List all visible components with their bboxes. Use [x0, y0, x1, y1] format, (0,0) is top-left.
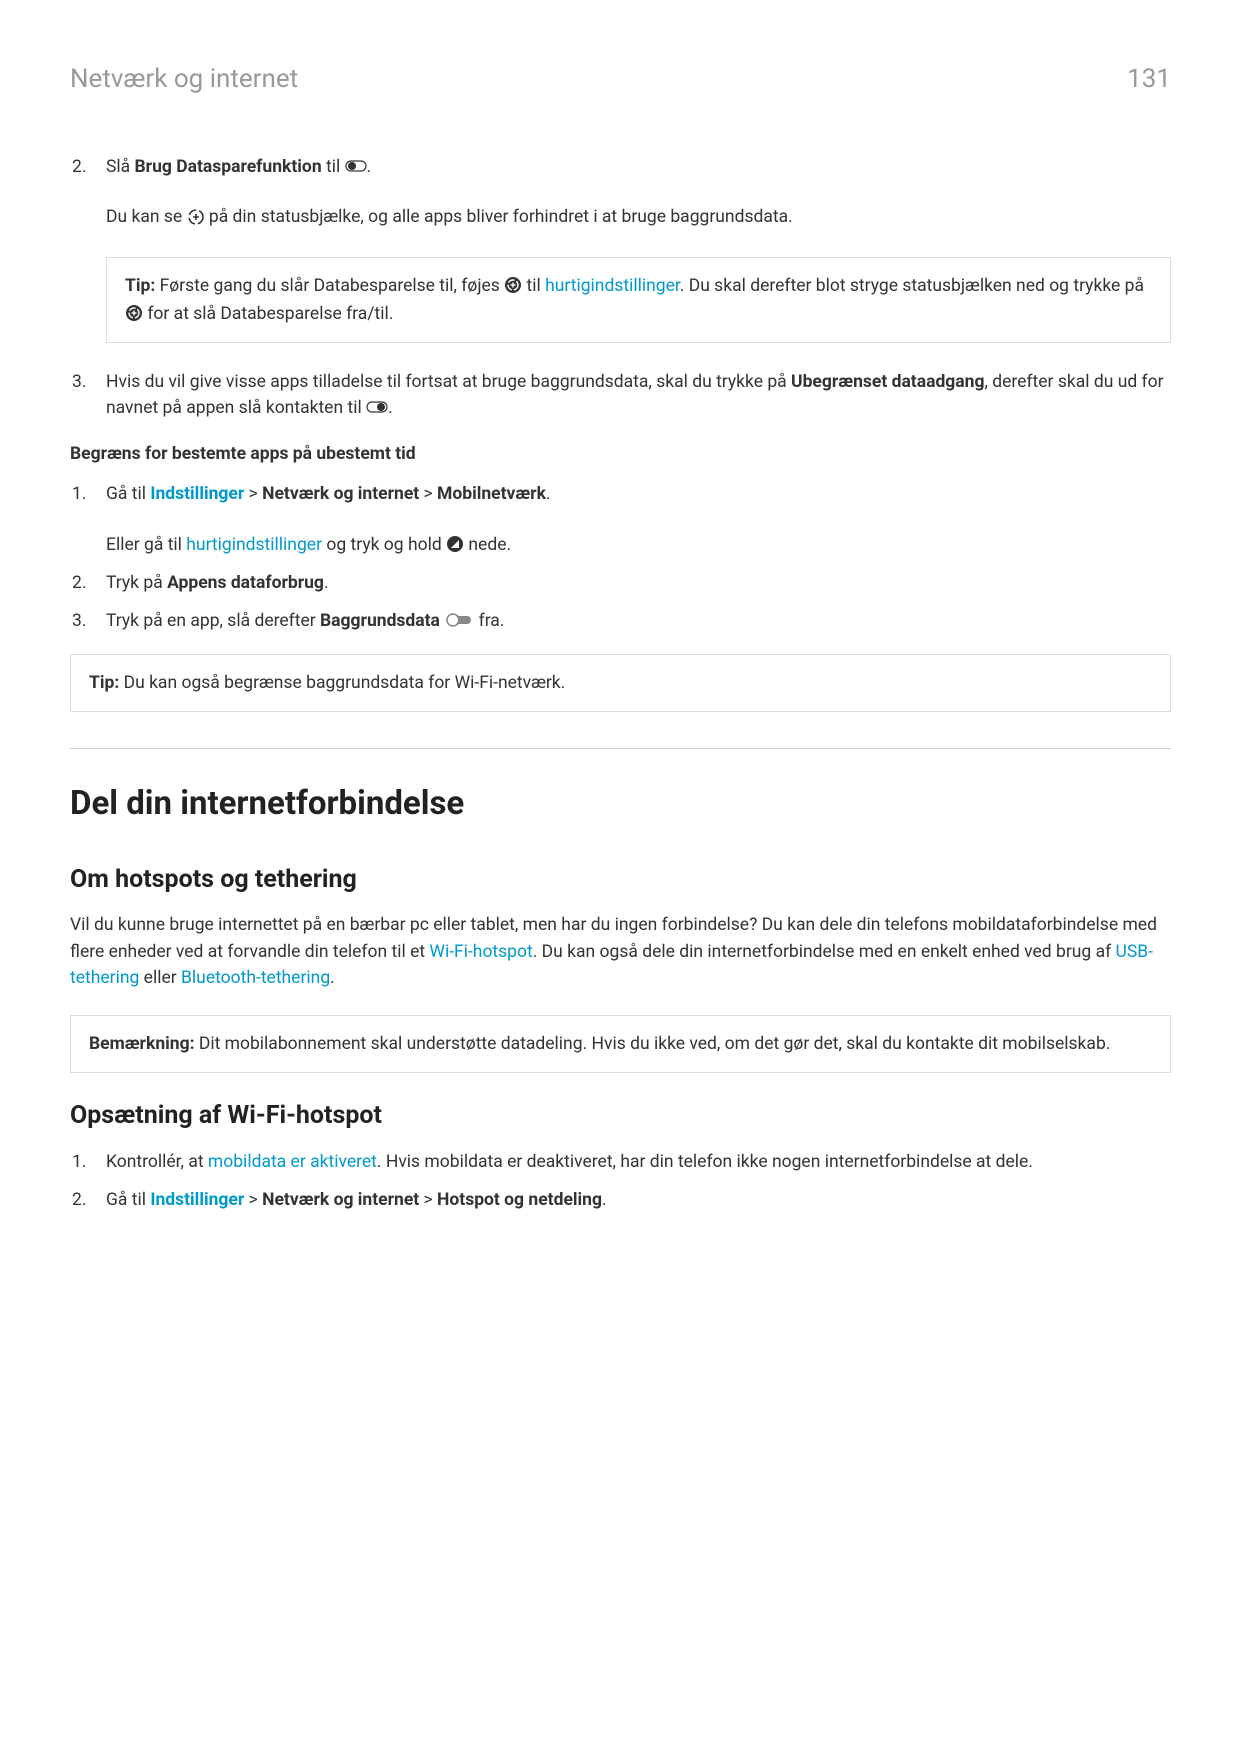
text: Gå til: [106, 484, 150, 504]
signal-circle-icon: [446, 535, 464, 553]
list-number: 1.: [70, 1149, 106, 1175]
list-content: Hvis du vil give visse apps tilladelse t…: [106, 369, 1171, 422]
text: Kontrollér, at: [106, 1152, 208, 1172]
page-number: 131: [1127, 60, 1171, 99]
tip-label: Tip:: [89, 673, 119, 693]
list-item: 1. Gå til Indstillinger > Netværk og int…: [70, 481, 1171, 558]
list-number: 1.: [70, 481, 106, 558]
list-number: 2.: [70, 570, 106, 596]
list-item: 2. Tryk på Appens dataforbrug.: [70, 570, 1171, 596]
text: for at slå Databesparelse fra/til.: [143, 304, 393, 324]
text: Første gang du slår Databesparelse til, …: [155, 276, 504, 296]
text: til: [522, 276, 545, 296]
text: eller: [139, 968, 181, 988]
text: .: [546, 484, 551, 504]
list-content: Gå til Indstillinger > Netværk og intern…: [106, 1187, 1171, 1213]
text: >: [419, 1190, 437, 1210]
heading-2: Opsætning af Wi-Fi-hotspot: [70, 1097, 1171, 1135]
mobile-data-link[interactable]: mobildata er aktiveret: [208, 1152, 377, 1172]
section-subheading: Begræns for bestemte apps på ubestemt ti…: [70, 441, 1171, 467]
bluetooth-tethering-link[interactable]: Bluetooth-tethering: [181, 968, 330, 988]
text: nede.: [464, 535, 511, 555]
bold-text: Brug Datasparefunktion: [135, 157, 322, 177]
text: Hvis du vil give visse apps tilladelse t…: [106, 372, 791, 392]
note-callout: Bemærkning: Dit mobilabonnement skal und…: [70, 1015, 1171, 1073]
list-item: 2. Slå Brug Datasparefunktion til . Du k…: [70, 154, 1171, 231]
bold-text: Netværk og internet: [262, 484, 419, 504]
text: .: [388, 398, 393, 418]
list-item: 1. Kontrollér, at mobildata er aktiveret…: [70, 1149, 1171, 1175]
text: Tryk på: [106, 573, 167, 593]
text: Slå: [106, 157, 135, 177]
list-number: 2.: [70, 154, 106, 231]
text: Gå til: [106, 1190, 150, 1210]
text: Tryk på en app, slå derefter: [106, 611, 320, 631]
data-saver-circle-icon: [125, 304, 143, 322]
bold-text: Appens dataforbrug: [167, 573, 324, 593]
tip-callout: Tip: Du kan også begrænse baggrundsdata …: [70, 654, 1171, 712]
list-content: Kontrollér, at mobildata er aktiveret. H…: [106, 1149, 1171, 1175]
header-title: Netværk og internet: [70, 60, 298, 99]
list-item: 3. Hvis du vil give visse apps tilladels…: [70, 369, 1171, 422]
text: Du kan se: [106, 207, 187, 227]
list-number: 2.: [70, 1187, 106, 1213]
sub-paragraph: Eller gå til hurtigindstillinger og tryk…: [106, 532, 1171, 558]
ordered-list-1b: 3. Hvis du vil give visse apps tilladels…: [70, 369, 1171, 422]
text: fra.: [474, 611, 504, 631]
list-content: Tryk på Appens dataforbrug.: [106, 570, 1171, 596]
text: >: [419, 484, 437, 504]
bold-text: Ubegrænset dataadgang: [791, 372, 984, 392]
toggle-on-icon: [366, 400, 388, 414]
bold-text: Mobilnetværk: [437, 484, 546, 504]
text: . Hvis mobildata er deaktiveret, har din…: [377, 1152, 1033, 1172]
text: . Du kan også dele din internetforbindel…: [533, 942, 1116, 962]
list-content: Slå Brug Datasparefunktion til . Du kan …: [106, 154, 1171, 231]
heading-2: Om hotspots og tethering: [70, 861, 1171, 899]
wifi-hotspot-link[interactable]: Wi-Fi-hotspot: [429, 942, 532, 962]
toggle-off-icon: [444, 612, 474, 628]
text: og tryk og hold: [322, 535, 446, 555]
toggle-on-icon: [345, 159, 367, 173]
text: på din statusbjælke, og alle apps bliver…: [205, 207, 793, 227]
data-saver-icon: [187, 208, 205, 226]
text: .: [330, 968, 335, 988]
heading-1: Del din internetforbindelse: [70, 779, 1171, 829]
text: Dit mobilabonnement skal understøtte dat…: [195, 1034, 1111, 1054]
sub-paragraph: Du kan se på din statusbjælke, og alle a…: [106, 204, 1171, 230]
ordered-list-2: 1. Gå til Indstillinger > Netværk og int…: [70, 481, 1171, 634]
text: .: [324, 573, 329, 593]
bold-text: Netværk og internet: [262, 1190, 419, 1210]
list-content: Tryk på en app, slå derefter Baggrundsda…: [106, 608, 1171, 634]
data-saver-circle-icon: [504, 276, 522, 294]
list-item: 2. Gå til Indstillinger > Netværk og int…: [70, 1187, 1171, 1213]
text: >: [244, 1190, 262, 1210]
note-label: Bemærkning:: [89, 1034, 195, 1054]
list-content: Gå til Indstillinger > Netværk og intern…: [106, 481, 1171, 558]
text: Eller gå til: [106, 535, 186, 555]
settings-link[interactable]: Indstillinger: [150, 484, 244, 504]
settings-link[interactable]: Indstillinger: [150, 1190, 244, 1210]
text: til: [322, 157, 345, 177]
bold-text: Hotspot og netdeling: [437, 1190, 602, 1210]
text: .: [367, 157, 372, 177]
bold-text: Baggrundsdata: [320, 611, 440, 631]
text: . Du skal derefter blot stryge statusbjæ…: [680, 276, 1144, 296]
list-item: 3. Tryk på en app, slå derefter Baggrund…: [70, 608, 1171, 634]
ordered-list-1: 2. Slå Brug Datasparefunktion til . Du k…: [70, 154, 1171, 231]
paragraph: Vil du kunne bruge internettet på en bær…: [70, 912, 1171, 991]
quick-settings-link[interactable]: hurtigindstillinger: [186, 535, 322, 555]
page-header: Netværk og internet 131: [70, 60, 1171, 99]
text: Du kan også begrænse baggrundsdata for W…: [119, 673, 565, 693]
list-number: 3.: [70, 369, 106, 422]
text: >: [244, 484, 262, 504]
divider: [70, 748, 1171, 749]
ordered-list-3: 1. Kontrollér, at mobildata er aktiveret…: [70, 1149, 1171, 1214]
tip-callout: Tip: Første gang du slår Databesparelse …: [106, 257, 1171, 343]
text: .: [602, 1190, 607, 1210]
tip-label: Tip:: [125, 276, 155, 296]
quick-settings-link[interactable]: hurtigindstillinger: [545, 276, 680, 296]
list-number: 3.: [70, 608, 106, 634]
